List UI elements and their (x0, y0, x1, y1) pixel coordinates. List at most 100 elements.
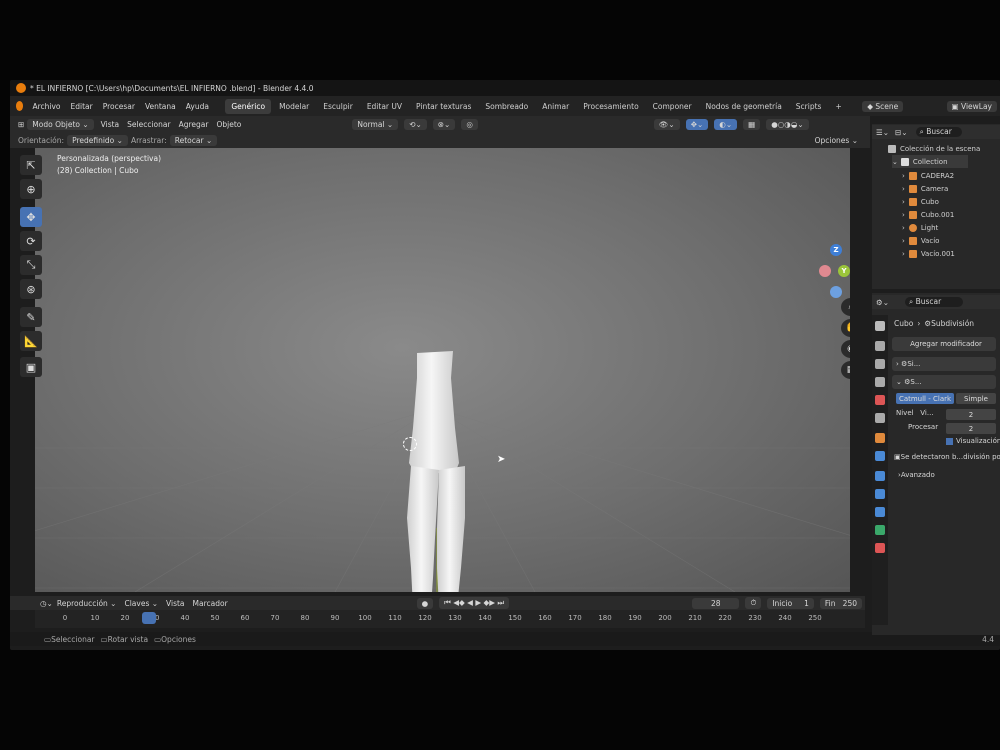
scene-collection-row[interactable]: Colección de la escena (888, 142, 980, 155)
constraints-tab-icon[interactable] (875, 507, 885, 517)
orientation-dropdown[interactable]: Predefinido ⌄ (67, 134, 128, 146)
add-cube-tool-icon[interactable]: ▣ (20, 357, 42, 377)
tab-pintar-texturas[interactable]: Pintar texturas (410, 99, 477, 114)
tab-animar[interactable]: Animar (536, 99, 575, 114)
catmull-clark-toggle[interactable]: Catmull - Clark (896, 393, 954, 404)
pivot-icon[interactable]: ⟲⌄ (404, 118, 427, 130)
outliner-item[interactable]: › Cubo (902, 195, 939, 208)
timeline-editor-icon[interactable]: ◷⌄ (40, 599, 53, 608)
tab-generico[interactable]: Genérico (225, 98, 272, 114)
gizmo-neg-x-axis[interactable] (819, 265, 831, 277)
tab-nodos-geometria[interactable]: Nodos de geometría (700, 99, 788, 114)
expand-chevron-icon[interactable]: › (902, 185, 905, 193)
playback-controls[interactable]: ⏮ ◀◆ ◀ ▶ ◆▶ ⏭ (439, 597, 510, 609)
gizmo-neg-z-axis[interactable] (830, 286, 842, 298)
playhead[interactable] (142, 612, 156, 624)
tab-componer[interactable]: Componer (647, 99, 698, 114)
record-icon[interactable]: ● (416, 597, 434, 609)
checkbox-icon[interactable] (946, 437, 953, 445)
menu-archivo[interactable]: Archivo (27, 102, 65, 111)
timeline-track[interactable]: 0102030405060708090100110120130140150160… (35, 610, 865, 628)
cursor-tool-icon[interactable]: ⊕ (20, 179, 42, 199)
modifier-tab-icon[interactable] (875, 451, 885, 461)
tab-esculpir[interactable]: Esculpir (317, 99, 359, 114)
world-tab-icon[interactable] (875, 413, 885, 423)
display-mode-icon[interactable]: ⊟⌄ (895, 128, 908, 137)
avanzado-section[interactable]: › Avanzado (898, 471, 935, 479)
expand-chevron-icon[interactable]: › ⚙ (896, 360, 907, 368)
timeline-reproduccion[interactable]: Reproducción ⌄ (53, 598, 121, 609)
tab-scripts[interactable]: Scripts (790, 99, 828, 114)
physics-tab-icon[interactable] (875, 489, 885, 499)
procesar-field[interactable]: 2 (946, 423, 996, 434)
timeline-marcador[interactable]: Marcador (189, 598, 232, 609)
outliner-item[interactable]: › Vacío.001 (902, 247, 955, 260)
particles-tab-icon[interactable] (875, 471, 885, 481)
measure-tool-icon[interactable]: 📐 (20, 331, 42, 351)
tool-tab-icon[interactable] (875, 321, 885, 331)
visibility-icon[interactable]: 👁⌄ (653, 118, 680, 130)
output-tab-icon[interactable] (875, 359, 885, 369)
timeline-claves[interactable]: Claves ⌄ (120, 598, 162, 609)
move-tool-icon[interactable]: ✥ (20, 207, 42, 227)
add-modifier-button[interactable]: Agregar modificador (892, 337, 996, 351)
3d-viewport[interactable]: Personalizada (perspectiva) (28) Collect… (35, 148, 850, 592)
visualizacion-checkbox[interactable]: Visualización ... (946, 437, 1000, 445)
drag-dropdown[interactable]: Retocar ⌄ (169, 134, 218, 146)
select-tool-icon[interactable]: ⇱ (20, 155, 42, 175)
outliner-editor-icon[interactable]: ☰⌄ (876, 128, 889, 137)
outliner-item[interactable]: › Light (902, 221, 938, 234)
transform-orientation-dropdown[interactable]: Normal ⌄ (352, 118, 399, 130)
view-layer-tab-icon[interactable] (875, 377, 885, 387)
menu-objeto[interactable]: Objeto (212, 119, 245, 130)
timeline-vista[interactable]: Vista (162, 598, 189, 609)
properties-editor-icon[interactable]: ⚙⌄ (876, 298, 889, 307)
transform-tool-icon[interactable]: ⊛ (20, 279, 42, 299)
annotate-tool-icon[interactable]: ✎ (20, 307, 42, 327)
mode-dropdown[interactable]: Modo Objeto ⌄ (27, 118, 94, 130)
scale-tool-icon[interactable]: ⤡ (20, 255, 42, 275)
xray-toggle-icon[interactable]: ▦ (743, 118, 761, 130)
options-button[interactable]: Opciones ⌄ (811, 135, 862, 146)
snap-icon[interactable]: ⊗⌄ (432, 118, 456, 130)
object-tab-icon[interactable] (875, 433, 885, 443)
expand-chevron-icon[interactable]: › (902, 198, 905, 206)
collection-row[interactable]: ⌄ Collection (892, 155, 968, 168)
material-tab-icon[interactable] (875, 543, 885, 553)
menu-seleccionar[interactable]: Seleccionar (123, 119, 174, 130)
render-tab-icon[interactable] (875, 341, 885, 351)
overlay-toggle-icon[interactable]: ◐⌄ (714, 118, 738, 130)
outliner-item[interactable]: › Camera (902, 182, 948, 195)
preview-range-icon[interactable]: ⏱ (745, 597, 762, 609)
nivel-field[interactable]: 2 (946, 409, 996, 420)
menu-procesar[interactable]: Procesar (98, 102, 140, 111)
current-frame-field[interactable]: 28 (692, 597, 740, 609)
blender-menu-icon[interactable] (16, 101, 24, 111)
outliner-item[interactable]: › CADERA2 (902, 169, 954, 182)
outliner-item[interactable]: › Vacío (902, 234, 939, 247)
collapse-chevron-icon[interactable]: ⌄ ⚙ (896, 378, 910, 386)
tab-editar-uv[interactable]: Editar UV (361, 99, 408, 114)
expand-chevron-icon[interactable]: › (902, 172, 905, 180)
outliner-search-input[interactable]: ⌕ Buscar (915, 127, 962, 137)
modifier-panel-1[interactable]: › ⚙ Si... (892, 357, 996, 371)
scene-selector[interactable]: ◆ Scene (862, 100, 904, 112)
gizmo-z-axis[interactable]: Z (830, 244, 842, 256)
outliner-item[interactable]: › Cubo.001 (902, 208, 954, 221)
scene-tab-icon[interactable] (875, 395, 885, 405)
shading-solid-icon[interactable]: ●○◑◒⌄ (766, 118, 809, 130)
expand-chevron-icon[interactable]: › (902, 211, 905, 219)
menu-ayuda[interactable]: Ayuda (181, 102, 214, 111)
expand-chevron-icon[interactable]: › (902, 250, 905, 258)
gizmo-y-axis[interactable]: Y (838, 265, 850, 277)
mannequin-mesh[interactable] (395, 348, 485, 592)
properties-search-input[interactable]: ⌕ Buscar (905, 297, 964, 307)
add-workspace-button[interactable]: + (829, 99, 847, 114)
menu-agregar[interactable]: Agregar (175, 119, 213, 130)
start-frame-field[interactable]: Inicio 1 (767, 597, 814, 609)
editor-type-icon[interactable]: ⊞ (18, 120, 24, 129)
expand-chevron-icon[interactable]: › (902, 237, 905, 245)
expand-chevron-icon[interactable]: ⌄ (892, 158, 898, 166)
menu-vista[interactable]: Vista (97, 119, 124, 130)
menu-ventana[interactable]: Ventana (140, 102, 181, 111)
